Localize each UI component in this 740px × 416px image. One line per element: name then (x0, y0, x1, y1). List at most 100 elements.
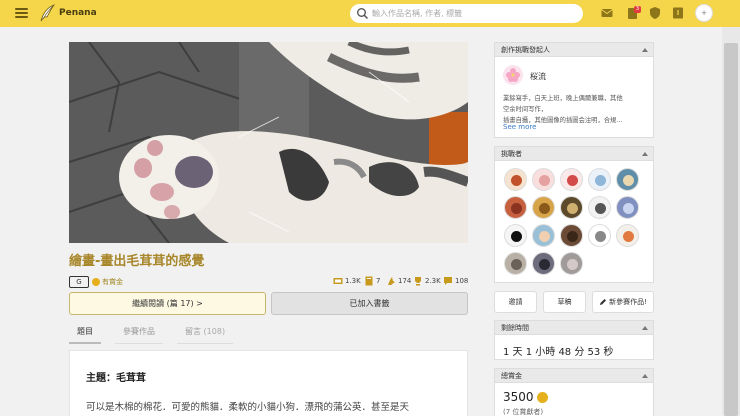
pencil-icon (600, 299, 607, 305)
penana-logo-icon[interactable] (38, 3, 56, 23)
avatar-urchin-icon[interactable] (504, 224, 527, 247)
continue-reading-button[interactable]: 繼續閱讀 (篇 17) > (69, 292, 266, 315)
rating-tag[interactable]: G (69, 276, 89, 288)
tab-topic[interactable]: 題目 (69, 326, 101, 344)
brand-name[interactable]: Penana (59, 8, 97, 18)
avatar-detail (511, 175, 522, 186)
avatar-animal-icon[interactable] (532, 196, 555, 219)
user-avatar[interactable]: + (695, 4, 713, 22)
story-title: 繪畫-畫出毛茸茸的感覺 (69, 254, 205, 269)
content-paragraph: 可以是木棉的棉花．可愛的熊貓．柔軟的小貓小狗．漂飛的蒲公英．甚至是天 (86, 402, 410, 413)
draft-button[interactable]: 草稿 (543, 291, 586, 313)
avatar-text-icon[interactable] (588, 224, 611, 247)
reviews-count: 108 (455, 277, 469, 285)
avatar-detail (539, 175, 550, 186)
avatar-person-icon[interactable] (532, 252, 555, 275)
prize-panel: 總賞金 3500 (7 位賞獻者) (494, 368, 654, 416)
challengers-panel: 挑戰者 (494, 146, 654, 283)
cover-image (69, 42, 468, 243)
challengers-heading[interactable]: 挑戰者 (495, 147, 653, 161)
tab-comments[interactable]: 留言 (108) (177, 326, 234, 344)
mail-icon[interactable] (600, 6, 614, 20)
avatar-detail (567, 203, 578, 214)
see-more-link[interactable]: See more (503, 123, 536, 131)
prize-label: 有賞金 (102, 278, 123, 286)
avatar-detail (567, 259, 578, 270)
collapse-icon[interactable] (642, 152, 648, 156)
avatar-face-icon[interactable] (560, 168, 583, 191)
shield-icon[interactable] (648, 6, 662, 20)
write-icon[interactable] (671, 6, 685, 20)
avatar-sketch-icon[interactable] (588, 196, 611, 219)
likes-stat: 174 (386, 276, 411, 286)
menu-icon[interactable] (15, 8, 28, 19)
initiator-name[interactable]: 桜流 (530, 71, 546, 82)
collapse-icon[interactable] (642, 374, 648, 378)
avatar-detail (623, 203, 634, 214)
avatar-dark-icon[interactable] (560, 196, 583, 219)
content-heading: 主題：毛茸茸 (86, 373, 146, 384)
avatar-octopus-icon[interactable] (504, 196, 527, 219)
avatar-detail (567, 175, 578, 186)
coin-icon (92, 278, 100, 286)
avatar-detail (623, 231, 634, 242)
top-bar: Penana 3 + (0, 0, 740, 27)
avatar-detail (595, 203, 606, 214)
invite-button[interactable]: 邀請 (494, 291, 537, 313)
prize-heading[interactable]: 總賞金 (495, 369, 653, 383)
like-icon (388, 277, 395, 285)
countdown-value: 1 天 1 小時 48 分 53 秒 (503, 347, 614, 358)
bookshelf-button[interactable]: 已加入書籤 (271, 292, 468, 315)
comments-stat: 2.3K (413, 276, 441, 286)
chapters-stat: 7 (364, 276, 380, 286)
prize-sponsors: (7 位賞獻者) (503, 408, 544, 416)
countdown-heading[interactable]: 剩餘時間 (495, 321, 653, 335)
initiator-bio: 業餘寫手，白天上班，晚上偶爾兼職，其他 空余时间写作， 插畫自攝，其他圖像的插圖… (503, 95, 623, 124)
collapse-icon[interactable] (642, 48, 648, 52)
chapters-count: 7 (376, 277, 381, 285)
avatar-detail (567, 231, 578, 242)
initiator-avatar[interactable] (503, 65, 523, 85)
search-icon (357, 8, 369, 20)
initiator-heading[interactable]: 創作挑戰發起人 (495, 43, 653, 57)
avatar-brown-icon[interactable] (560, 224, 583, 247)
avatar-detail (539, 259, 550, 270)
prize-amount: 3500 (503, 390, 548, 404)
avatar-cat-icon[interactable] (532, 168, 555, 191)
reviews-stat: 108 (443, 276, 468, 286)
new-entry-button[interactable]: 新參賽作品! (592, 291, 654, 313)
avatar-bird-icon[interactable] (588, 168, 611, 191)
comments-count: 2.3K (425, 277, 441, 285)
likes-count: 174 (398, 277, 412, 285)
avatar-girl-icon[interactable] (504, 168, 527, 191)
scrollbar-thumb[interactable] (724, 43, 738, 416)
countdown-panel: 剩餘時間 1 天 1 小時 48 分 53 秒 (494, 320, 654, 360)
avatar-detail (623, 175, 634, 186)
search-bar[interactable] (350, 4, 583, 23)
comment-icon (444, 277, 452, 285)
search-input[interactable] (372, 6, 577, 21)
views-count: 1.3K (345, 277, 361, 285)
notification-badge: 3 (634, 6, 641, 13)
avatar-pet-icon[interactable] (504, 252, 527, 275)
avatar-cake-icon[interactable] (616, 224, 639, 247)
avatar-gray-icon[interactable] (560, 252, 583, 275)
initiator-panel: 創作挑戰發起人 桜流 業餘寫手，白天上班，晚上偶爾兼職，其他 空余时间写作， 插… (494, 42, 654, 138)
tab-entries[interactable]: 參賽作品 (115, 326, 163, 344)
chapters-icon (365, 276, 373, 286)
avatar-anime-icon[interactable] (532, 224, 555, 247)
avatar-detail (539, 203, 550, 214)
avatar-blue-icon[interactable] (616, 196, 639, 219)
avatar-detail (595, 231, 606, 242)
avatar-detail (511, 259, 522, 270)
trophy-icon (415, 277, 421, 286)
views-stat: 1.3K (333, 276, 361, 286)
collapse-icon[interactable] (642, 326, 648, 330)
avatar-detail (539, 231, 550, 242)
avatar-detail (511, 203, 522, 214)
avatar-landscape-icon[interactable] (616, 168, 639, 191)
avatar-detail (511, 231, 522, 242)
story-tabs: 題目 參賽作品 留言 (108) (69, 326, 247, 344)
avatar-detail (595, 175, 606, 186)
views-icon (333, 278, 343, 284)
